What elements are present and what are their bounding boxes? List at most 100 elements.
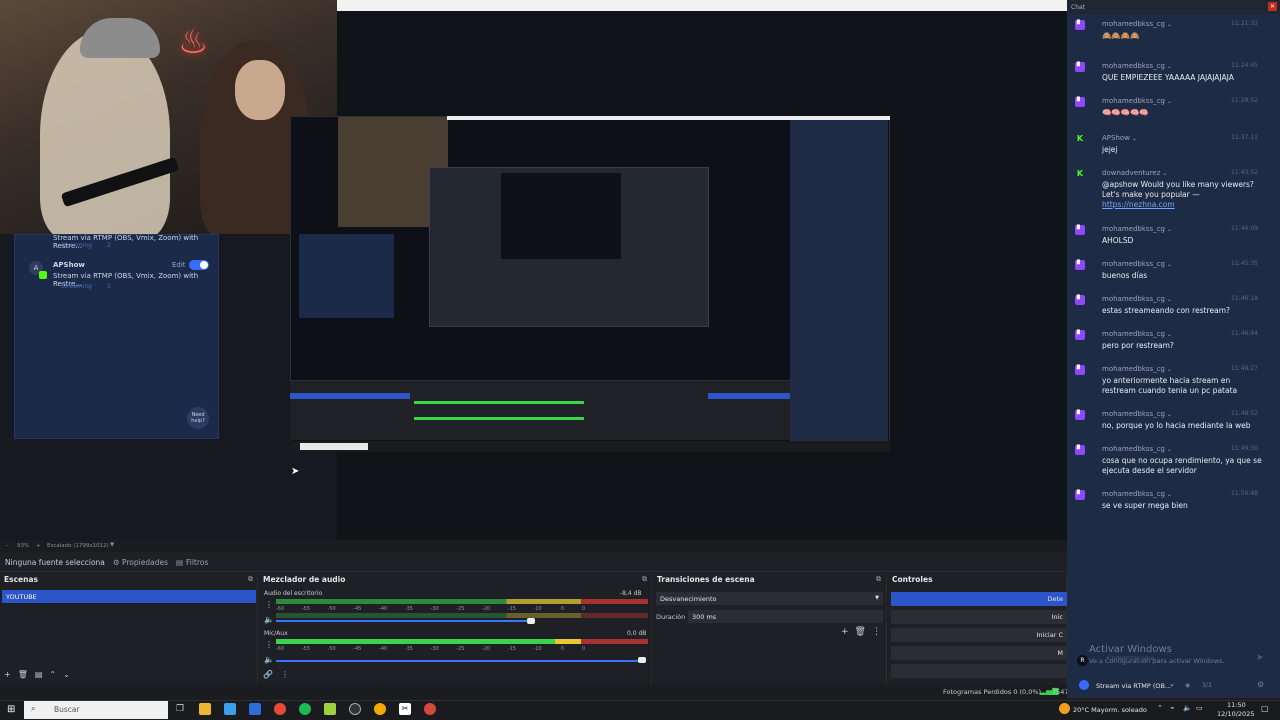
mixer-channel-1-slider[interactable] — [276, 620, 530, 622]
app-icon[interactable] — [324, 703, 336, 715]
capcut-icon[interactable]: ✂ — [399, 703, 411, 715]
zoom-minus-icon[interactable]: – — [6, 543, 9, 549]
chevron-down-icon[interactable]: ⌄ — [1165, 446, 1172, 453]
filter-scene-icon[interactable]: ▤ — [35, 670, 50, 679]
edit-link[interactable]: Edit — [172, 261, 186, 269]
restream-logo-icon: R — [1077, 655, 1088, 666]
send-icon[interactable]: ➤ — [1256, 653, 1264, 663]
chevron-down-icon[interactable]: ⌄ — [1165, 491, 1172, 498]
chat-username[interactable]: mohamedbkss_cg ⌄ — [1102, 260, 1172, 268]
chrome-icon[interactable] — [424, 703, 436, 715]
scaling-dropdown-icon[interactable]: ▼ — [110, 542, 114, 548]
chevron-down-icon[interactable]: ⌄ — [1165, 21, 1172, 28]
mixer-channel-2-slider[interactable] — [276, 660, 642, 662]
zoom-plus-icon[interactable]: + — [36, 543, 41, 549]
chevron-down-icon[interactable]: ⌄ — [1160, 170, 1167, 177]
obs-icon[interactable] — [349, 703, 361, 715]
scenes-undock-icon[interactable]: ⧉ — [248, 575, 253, 584]
gear-icon[interactable]: ⚙ — [1257, 680, 1264, 689]
tray-chevron-icon[interactable]: ⌃ — [1157, 704, 1163, 712]
store-icon[interactable] — [249, 703, 261, 715]
chat-username[interactable]: mohamedbkss_cg ⌄ — [1102, 62, 1172, 70]
status-bar: Fotogramas Perdidos 0 (0,0%) ▂▄▆ 7547 — [0, 685, 1069, 698]
mixer-channel-1-knob[interactable] — [527, 618, 535, 624]
filters-button[interactable]: Filtros — [186, 558, 208, 567]
chat-link[interactable]: https://nezhna.com — [1102, 200, 1175, 209]
chevron-down-icon[interactable]: ⌄ — [1165, 296, 1172, 303]
chevron-down-icon[interactable]: ⌄ — [1165, 331, 1172, 338]
studio-mode-button[interactable]: M — [891, 646, 1067, 660]
mixer-channel-2-knob[interactable] — [638, 657, 646, 663]
chat-username[interactable]: mohamedbkss_cg ⌄ — [1102, 295, 1172, 303]
add-icon[interactable]: + — [4, 670, 18, 679]
mixer-undock-icon[interactable]: ⧉ — [642, 575, 647, 584]
trash-icon[interactable]: 🗑 — [855, 627, 872, 637]
notifications-icon[interactable]: ▢ — [1261, 704, 1269, 713]
scenes-title: Escenas — [4, 575, 38, 584]
mail-icon[interactable] — [224, 703, 236, 715]
start-recording-button[interactable]: Inic — [891, 610, 1067, 624]
more-icon[interactable]: ⋮ — [265, 640, 273, 649]
up-icon[interactable]: ⌃ — [49, 670, 63, 679]
channel-prev-status: Streaming — [61, 242, 92, 249]
chevron-down-icon[interactable]: ⌄ — [1165, 366, 1172, 373]
transition-select[interactable]: Desvanecimiento ▼ — [656, 592, 883, 605]
chevron-down-icon[interactable]: ⌄ — [1130, 135, 1137, 142]
stop-stream-button[interactable]: Dete — [891, 592, 1067, 606]
chat-username[interactable]: APShow ⌄ — [1102, 134, 1137, 142]
speaker-icon[interactable]: 🔈 — [264, 655, 274, 664]
chat-input[interactable]: Comenzar una... — [1107, 654, 1161, 662]
channel-name: APShow — [53, 261, 85, 269]
chat-username[interactable]: mohamedbkss_cg ⌄ — [1102, 225, 1172, 233]
trash-icon[interactable]: 🗑 — [18, 670, 35, 679]
more-icon[interactable]: ⋮ — [265, 600, 273, 609]
settings-button[interactable] — [891, 664, 1067, 678]
more-icon[interactable]: ⋮ — [872, 627, 887, 637]
chevron-down-icon[interactable]: ⌄ — [1165, 261, 1172, 268]
weather-text[interactable]: 20°C Mayorm. soleado — [1073, 706, 1147, 714]
help-button[interactable]: Need help? — [187, 407, 209, 429]
spotify-icon[interactable] — [299, 703, 311, 715]
link-icon[interactable]: 🔗 — [263, 670, 273, 679]
chat-username[interactable]: mohamedbkss_cg ⌄ — [1102, 410, 1172, 418]
chrome-icon[interactable] — [274, 703, 286, 715]
twitch-icon: ▘ — [1075, 445, 1085, 455]
clock-date[interactable]: 12/10/2025 — [1217, 710, 1254, 718]
chat-text: cosa que no ocupa rendimiento, ya que se… — [1102, 456, 1264, 476]
footer-channel[interactable]: Stream via RTMP (OB... — [1096, 682, 1171, 690]
chat-username[interactable]: downadventurez ⌄ — [1102, 169, 1167, 177]
chat-username[interactable]: mohamedbkss_cg ⌄ — [1102, 20, 1172, 28]
battery-icon[interactable]: ▭ — [1196, 704, 1203, 712]
chat-username[interactable]: mohamedbkss_cg ⌄ — [1102, 490, 1172, 498]
chevron-down-icon[interactable]: ⌄ — [1169, 680, 1175, 688]
chat-username[interactable]: mohamedbkss_cg ⌄ — [1102, 365, 1172, 373]
chat-text-body: 🙈🙈🙈🙈 — [1102, 31, 1140, 40]
neon-flame-icon: ♨ — [178, 22, 209, 62]
down-icon[interactable]: ⌄ — [63, 670, 77, 679]
add-icon[interactable]: + — [841, 627, 855, 637]
chat-username[interactable]: mohamedbkss_cg ⌄ — [1102, 97, 1172, 105]
duration-input[interactable]: 300 ms — [688, 610, 883, 623]
windows-start-icon[interactable]: ⊞ — [7, 704, 15, 715]
chevron-down-icon[interactable]: ⌄ — [1165, 98, 1172, 105]
chat-username[interactable]: mohamedbkss_cg ⌄ — [1102, 445, 1172, 453]
properties-button[interactable]: Propiedades — [122, 558, 168, 567]
scene-item[interactable]: YOUTUBE — [2, 590, 256, 603]
more-icon[interactable]: ⋮ — [281, 670, 289, 679]
chat-username[interactable]: mohamedbkss_cg ⌄ — [1102, 330, 1172, 338]
task-view-icon[interactable]: ❐ — [174, 703, 186, 715]
start-virtualcam-button[interactable]: Iniciar C — [891, 628, 1067, 642]
file-explorer-icon[interactable] — [199, 703, 211, 715]
chevron-down-icon[interactable]: ⌄ — [1165, 63, 1172, 70]
taskbar-search[interactable]: Buscar — [24, 701, 168, 719]
network-icon[interactable]: ⌁ — [1170, 704, 1174, 712]
speaker-icon[interactable]: 🔈 — [264, 615, 274, 624]
volume-icon[interactable]: 🔈 — [1183, 704, 1192, 712]
transitions-undock-icon[interactable]: ⧉ — [876, 575, 881, 584]
chevron-down-icon[interactable]: ⌄ — [1165, 226, 1172, 233]
clock-time[interactable]: 11:50 — [1227, 701, 1246, 709]
app-icon[interactable] — [374, 703, 386, 715]
chevron-down-icon[interactable]: ⌄ — [1165, 411, 1172, 418]
close-icon[interactable]: ✕ — [1268, 2, 1277, 11]
channel-toggle[interactable] — [189, 260, 209, 270]
